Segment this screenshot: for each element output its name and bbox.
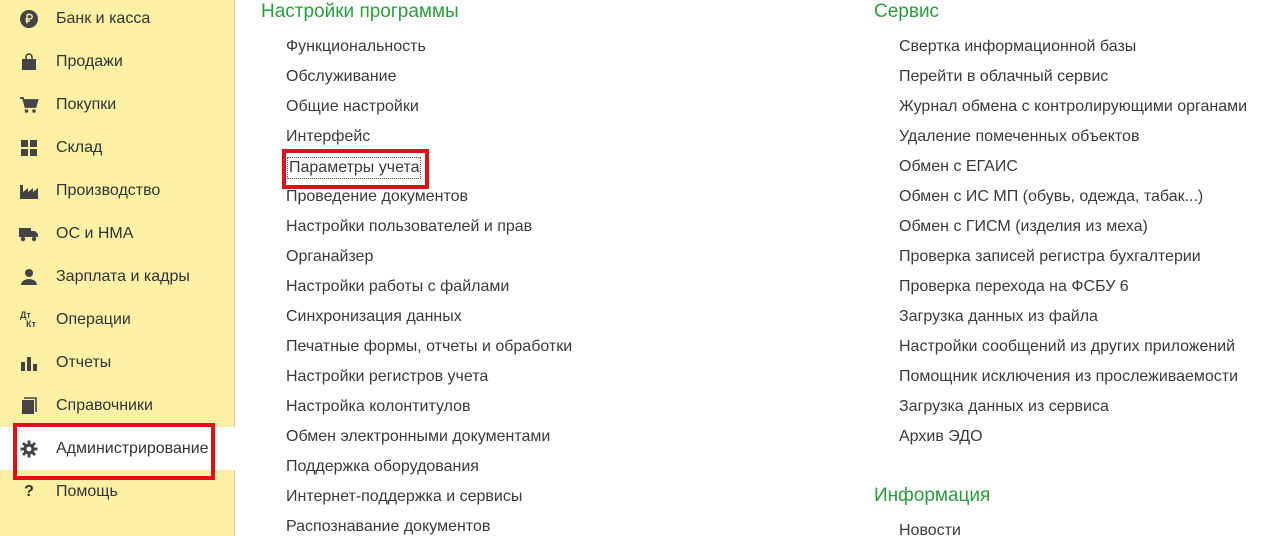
sidebar-item-label: Помощь [56, 482, 118, 500]
dt-kt-icon: Дт Кт [20, 309, 36, 329]
menu-link[interactable]: Синхронизация данных [286, 307, 462, 327]
sidebar-item-label: Зарплата и кадры [56, 267, 190, 285]
menu-link[interactable]: Настройка колонтитулов [286, 397, 471, 417]
sidebar-item-label: Справочники [56, 396, 153, 414]
sidebar-item-label: Администрирование [56, 439, 209, 457]
menu-link[interactable]: Обслуживание [286, 67, 396, 87]
person-icon [18, 266, 40, 288]
warehouse-grid-icon [18, 137, 40, 159]
menu-link[interactable]: Настройки работы с файлами [286, 277, 509, 297]
cart-icon [18, 94, 40, 116]
menu-link[interactable]: Печатные формы, отчеты и обработки [286, 337, 572, 357]
menu-link[interactable]: Обмен с ЕГАИС [899, 157, 1018, 177]
sidebar-item-label: Операции [56, 310, 131, 328]
sidebar-item-label: Банк и касса [56, 9, 151, 27]
sidebar-item-bank[interactable]: Банк и касса [0, 0, 235, 40]
section-title-info: Информация [874, 485, 991, 506]
menu-link[interactable]: Архив ЭДО [899, 427, 983, 447]
books-icon [18, 395, 40, 417]
menu-link[interactable]: Настройки регистров учета [286, 367, 488, 387]
bar-chart-icon [18, 352, 40, 374]
menu-link[interactable]: Удаление помеченных объектов [899, 127, 1139, 147]
sidebar-item-help[interactable]: ? Помощь [0, 470, 235, 513]
sidebar-item-operations[interactable]: Дт Кт Операции [0, 298, 235, 341]
sidebar-item-label: Отчеты [56, 353, 112, 371]
sidebar-item-warehouse[interactable]: Склад [0, 126, 235, 169]
sidebar-item-references[interactable]: Справочники [0, 384, 235, 427]
question-icon: ? [24, 482, 34, 500]
sidebar-item-production[interactable]: Производство [0, 169, 235, 212]
menu-link[interactable]: Распознавание документов [286, 517, 490, 536]
sidebar-item-label: Склад [56, 138, 103, 156]
menu-link[interactable]: Обмен с ГИСМ (изделия из меха) [899, 217, 1148, 237]
menu-link[interactable]: Настройки сообщений из других приложений [899, 337, 1235, 357]
section-title-service: Сервис [874, 1, 940, 22]
sidebar-item-label: Покупки [56, 95, 117, 113]
sidebar-item-label: ОС и НМА [56, 224, 134, 242]
sidebar-item-label: Производство [56, 181, 161, 199]
sidebar: Банк и касса Продажи Покупки Склад Произ… [0, 0, 235, 536]
menu-link[interactable]: Функциональность [286, 37, 426, 57]
factory-icon [18, 180, 40, 202]
ruble-icon [18, 8, 40, 30]
menu-link[interactable]: Поддержка оборудования [286, 457, 479, 477]
sidebar-item-reports[interactable]: Отчеты [0, 341, 235, 384]
menu-link[interactable]: Параметры учета [287, 157, 422, 179]
menu-link[interactable]: Проведение документов [286, 187, 468, 207]
sidebar-item-salary[interactable]: Зарплата и кадры [0, 255, 235, 298]
menu-link[interactable]: Загрузка данных из файла [899, 307, 1098, 327]
menu-link[interactable]: Обмен с ИС МП (обувь, одежда, табак...) [899, 187, 1203, 207]
menu-link[interactable]: Перейти в облачный сервис [899, 67, 1108, 87]
menu-link[interactable]: Помощник исключения из прослеживаемости [899, 367, 1238, 387]
section-title-settings: Настройки программы [261, 1, 459, 22]
truck-icon [18, 223, 40, 245]
sidebar-item-administration[interactable]: Администрирование [0, 427, 235, 470]
menu-link[interactable]: Интернет-поддержка и сервисы [286, 487, 522, 507]
menu-link[interactable]: Органайзер [286, 247, 373, 267]
sidebar-item-label: Продажи [56, 52, 123, 70]
menu-link[interactable]: Интерфейс [286, 127, 370, 147]
gear-icon [18, 438, 40, 460]
menu-link[interactable]: Журнал обмена с контролирующими органами [899, 97, 1247, 117]
menu-link[interactable]: Проверка перехода на ФСБУ 6 [899, 277, 1129, 297]
menu-link[interactable]: Проверка записей регистра бухгалтерии [899, 247, 1201, 267]
menu-link[interactable]: Загрузка данных из сервиса [899, 397, 1109, 417]
sidebar-item-sales[interactable]: Продажи [0, 40, 235, 83]
sidebar-item-purchases[interactable]: Покупки [0, 83, 235, 126]
shopping-bag-icon [18, 51, 40, 73]
menu-link[interactable]: Обмен электронными документами [286, 427, 550, 447]
menu-link[interactable]: Новости [899, 521, 961, 536]
menu-link[interactable]: Свертка информационной базы [899, 37, 1136, 57]
menu-link[interactable]: Настройки пользователей и прав [286, 217, 532, 237]
sidebar-item-fixed-assets[interactable]: ОС и НМА [0, 212, 235, 255]
menu-link[interactable]: Общие настройки [286, 97, 419, 117]
